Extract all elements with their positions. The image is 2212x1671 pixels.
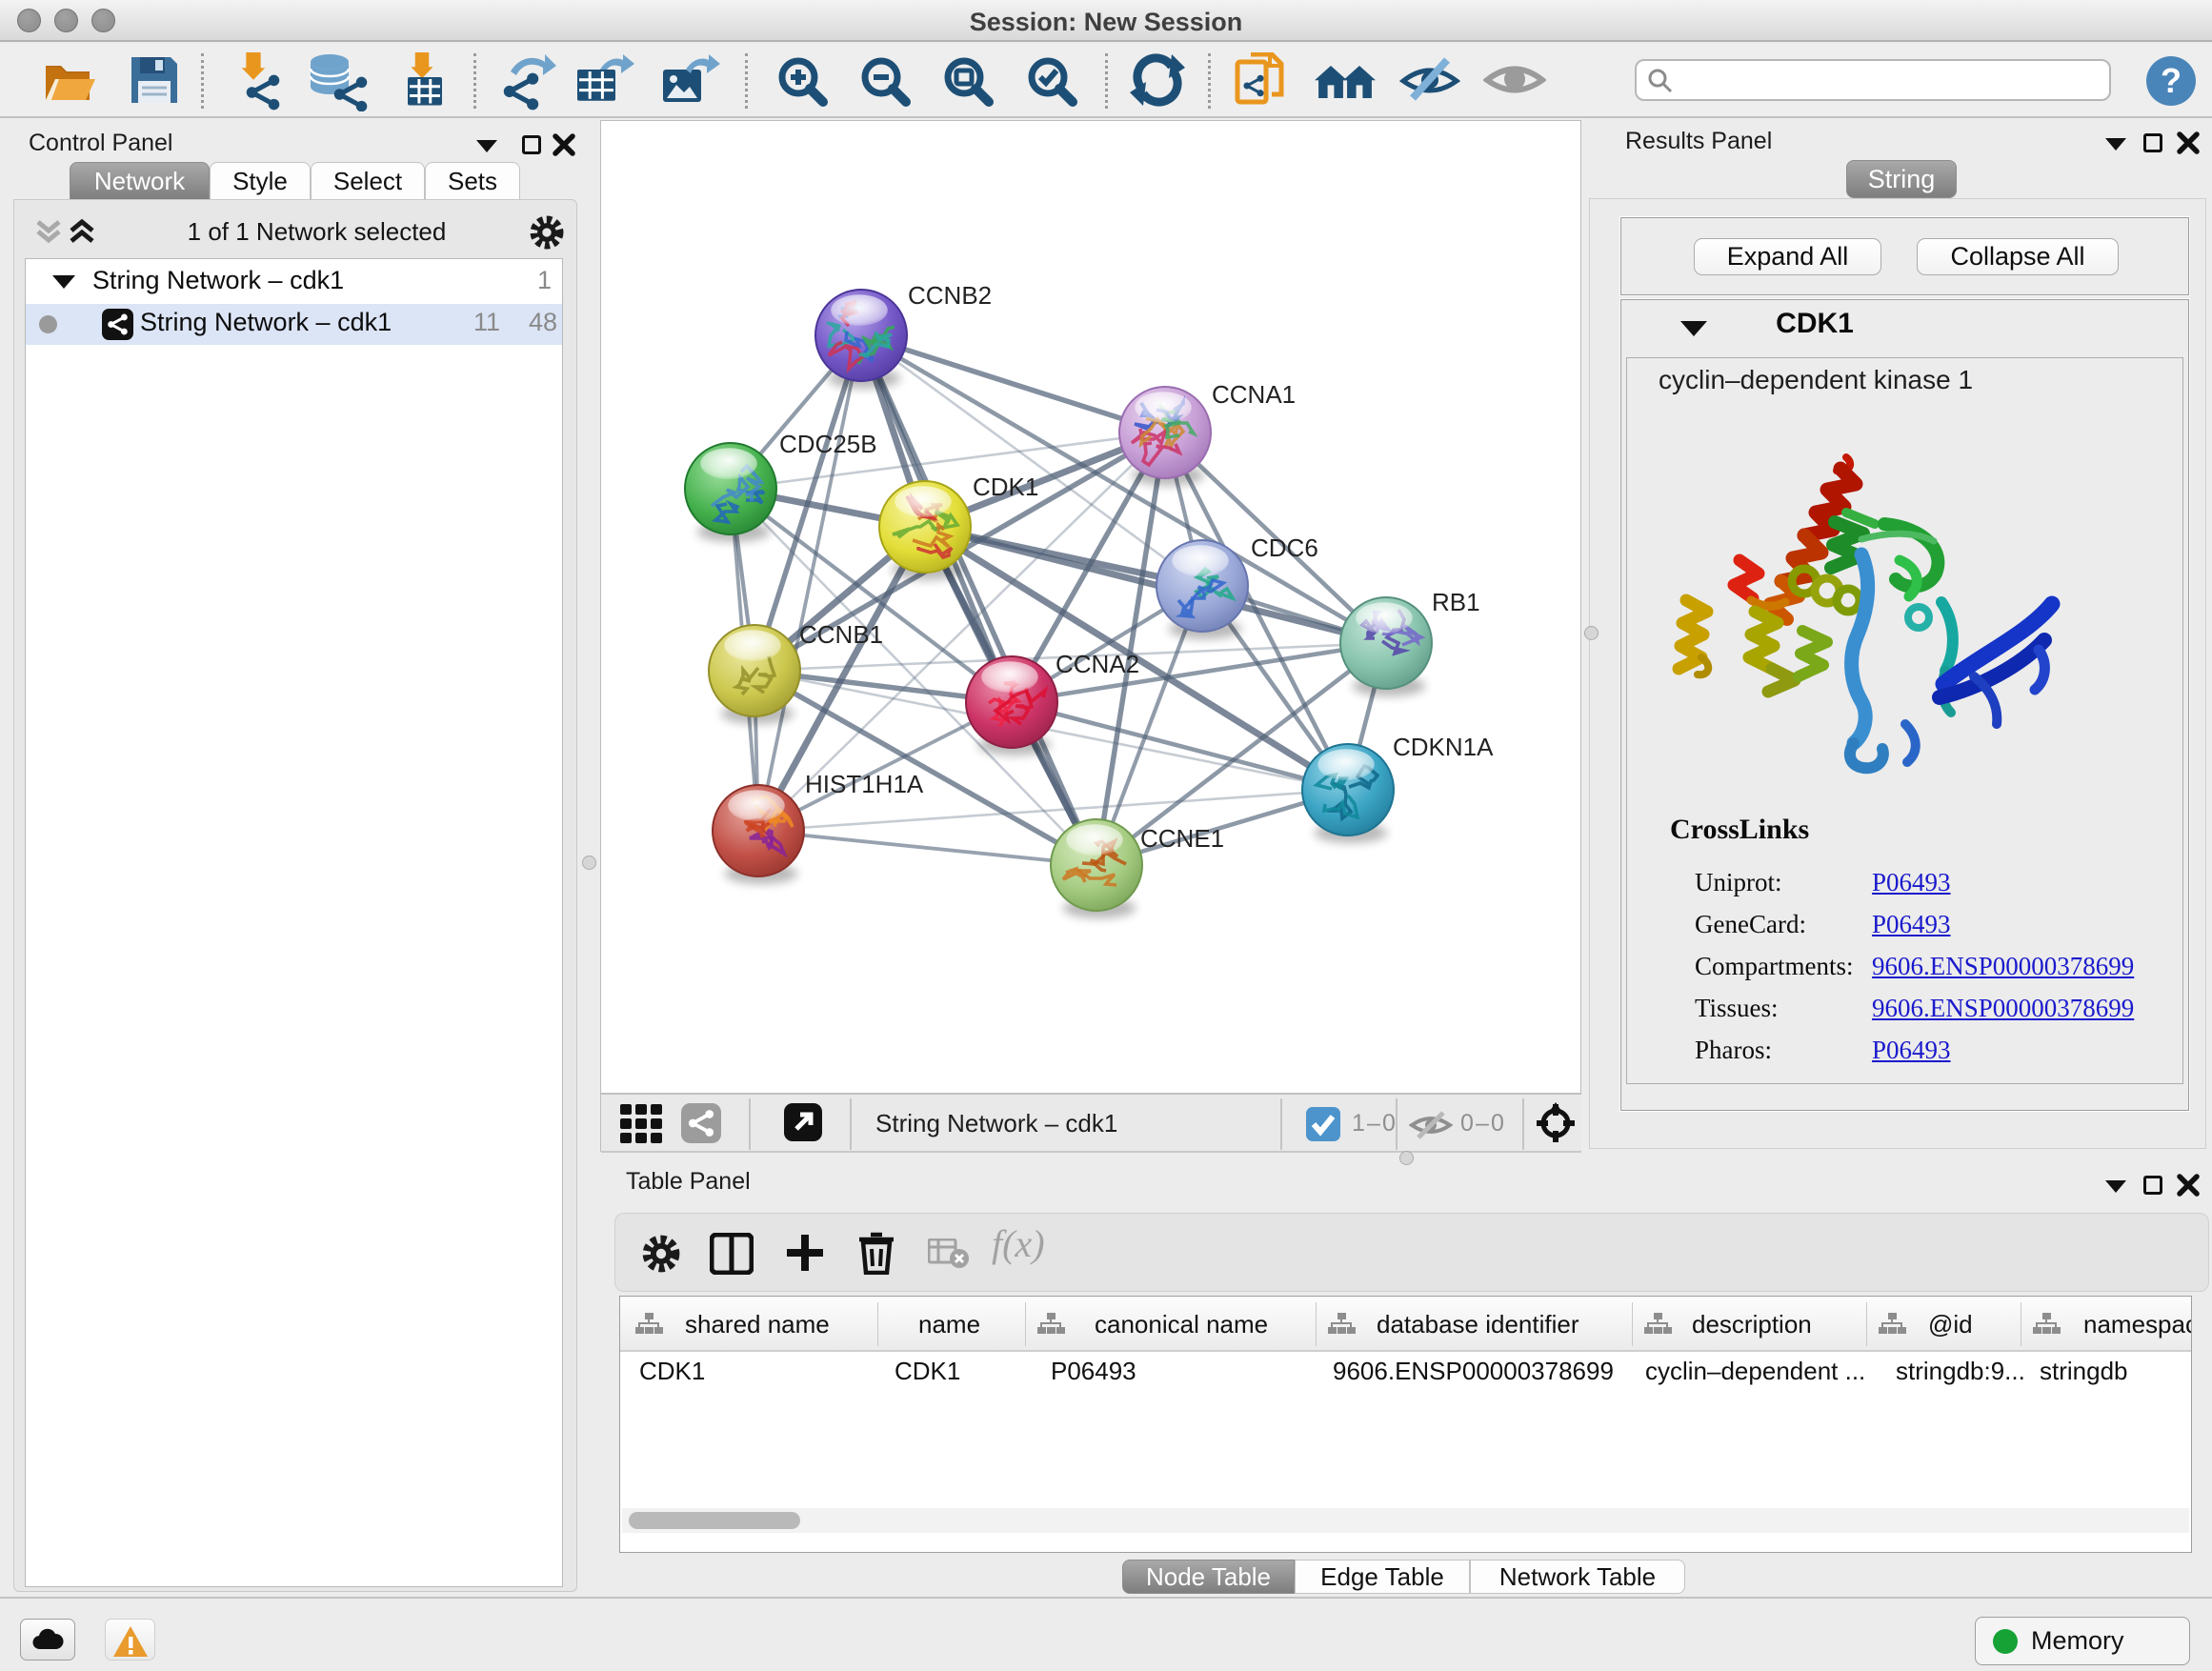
svg-text:CDC6: CDC6 bbox=[1251, 534, 1318, 562]
svg-text:CCNE1: CCNE1 bbox=[1140, 824, 1224, 853]
svg-text:CDK1: CDK1 bbox=[973, 473, 1038, 501]
svg-text:CDC25B: CDC25B bbox=[779, 430, 877, 458]
svg-text:?: ? bbox=[2161, 61, 2182, 100]
svg-text:CCNA1: CCNA1 bbox=[1212, 380, 1296, 409]
svg-text:CCNA2: CCNA2 bbox=[1056, 650, 1139, 678]
svg-text:CDKN1A: CDKN1A bbox=[1393, 733, 1494, 761]
svg-text:CCNB2: CCNB2 bbox=[908, 281, 992, 310]
svg-text:CCNB1: CCNB1 bbox=[799, 620, 883, 649]
svg-text:HIST1H1A: HIST1H1A bbox=[805, 770, 924, 798]
svg-text:RB1: RB1 bbox=[1432, 588, 1480, 616]
